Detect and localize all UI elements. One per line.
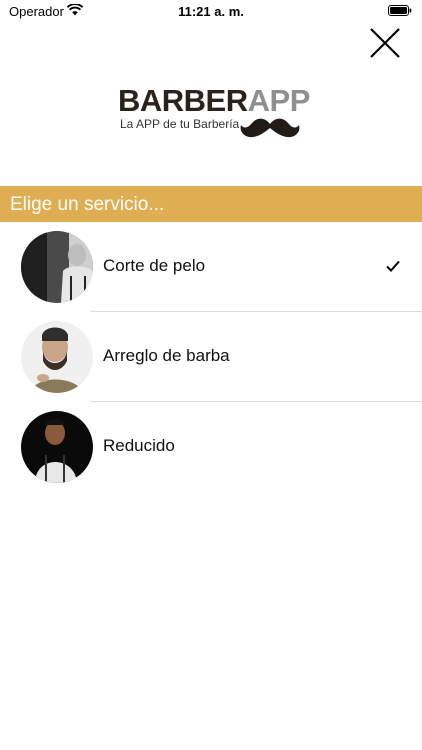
logo-tagline: La APP de tu Barbería — [120, 117, 240, 131]
logo-app-text: APP — [247, 83, 311, 118]
logo-wordmark: BARBERAPP — [118, 84, 310, 118]
service-item-reducido[interactable]: Reducido — [0, 402, 422, 492]
section-header: Elige un servicio... — [0, 186, 422, 222]
barberapp-logo: BARBERAPP La APP de tu Barbería — [118, 84, 310, 144]
close-icon[interactable] — [366, 24, 404, 62]
section-title: Elige un servicio... — [10, 194, 165, 215]
service-avatar — [21, 411, 93, 483]
service-avatar — [21, 321, 93, 393]
service-list: Corte de pelo Arreglo de barba Reducido — [0, 222, 422, 492]
battery-icon — [388, 5, 412, 16]
service-label: Corte de pelo — [103, 256, 206, 275]
status-bar: Operador 11:21 a. m. — [0, 0, 422, 22]
service-avatar — [21, 231, 93, 303]
service-item-arreglo-de-barba[interactable]: Arreglo de barba — [0, 312, 422, 402]
clock: 11:21 a. m. — [178, 4, 244, 19]
checkmark-icon — [386, 260, 400, 272]
logo-barber-text: BARBER — [118, 83, 248, 118]
man-haircut-photo-icon — [21, 231, 93, 303]
service-label: Arreglo de barba — [103, 346, 230, 365]
bearded-man-photo-icon — [21, 321, 93, 393]
service-item-corte-de-pelo[interactable]: Corte de pelo — [0, 222, 422, 312]
man-suspenders-photo-icon — [21, 411, 93, 483]
service-label: Reducido — [103, 436, 175, 455]
mustache-icon — [240, 118, 300, 138]
